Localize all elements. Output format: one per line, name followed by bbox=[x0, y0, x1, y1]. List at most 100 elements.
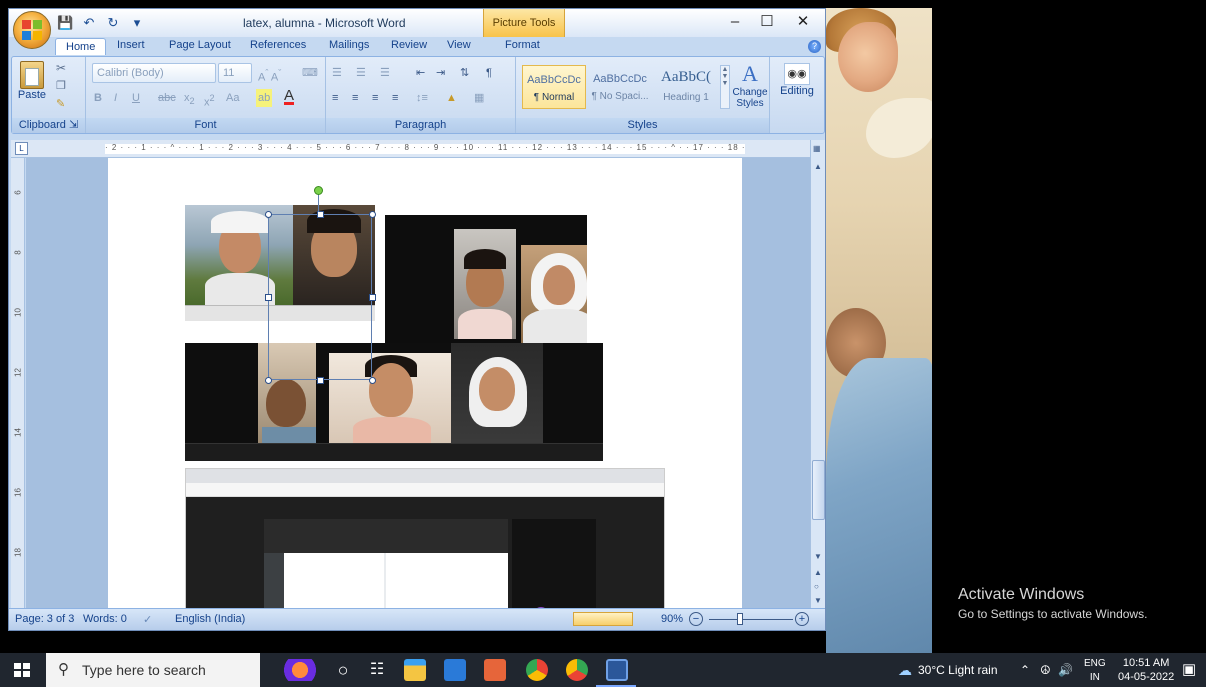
superscript-button[interactable]: x2 bbox=[204, 89, 215, 109]
store-icon[interactable] bbox=[444, 659, 466, 681]
word-taskbar-icon[interactable] bbox=[606, 659, 628, 681]
scroll-up-icon[interactable]: ▲ bbox=[814, 162, 822, 171]
volume-icon[interactable]: 🔊 bbox=[1058, 653, 1073, 687]
multilevel-list-icon[interactable]: ☰ bbox=[380, 64, 390, 82]
tab-insert[interactable]: Insert bbox=[117, 39, 145, 51]
maximize-button[interactable]: ☐ bbox=[747, 11, 787, 33]
page-count[interactable]: Page: 3 of 3 bbox=[15, 613, 74, 625]
next-page-icon[interactable]: ▼ bbox=[814, 596, 822, 605]
undo-icon[interactable]: ↶ bbox=[81, 15, 97, 31]
office-button[interactable] bbox=[13, 11, 51, 49]
view-buttons[interactable] bbox=[573, 612, 633, 626]
taskbar-search-box[interactable]: ⚲ Type here to search bbox=[46, 653, 260, 687]
sort-icon[interactable]: ⇅ bbox=[460, 64, 469, 82]
style-normal[interactable]: AaBbCcDc ¶ Normal bbox=[522, 65, 586, 109]
style-no-spacing[interactable]: AaBbCcDc ¶ No Spaci... bbox=[588, 65, 652, 109]
underline-button[interactable]: U bbox=[132, 89, 140, 107]
font-family-select[interactable]: Calibri (Body) bbox=[92, 63, 216, 83]
task-view-icon[interactable]: ☷ bbox=[366, 659, 388, 681]
network-icon[interactable]: ☮ bbox=[1040, 653, 1051, 687]
resize-handle[interactable] bbox=[369, 377, 376, 384]
resize-handle[interactable] bbox=[317, 377, 324, 384]
copy-icon[interactable]: ❐ bbox=[56, 79, 66, 92]
bold-button[interactable]: B bbox=[94, 89, 102, 107]
align-left-icon[interactable]: ≡ bbox=[332, 89, 338, 107]
tab-review[interactable]: Review bbox=[391, 39, 427, 51]
increase-indent-icon[interactable]: ⇥ bbox=[436, 64, 445, 82]
decrease-indent-icon[interactable]: ⇤ bbox=[416, 64, 425, 82]
file-explorer-icon[interactable] bbox=[404, 659, 426, 681]
show-hidden-icons[interactable]: ⌃ bbox=[1020, 653, 1030, 687]
notifications-icon[interactable]: ▣ bbox=[1182, 653, 1196, 687]
help-icon[interactable]: ? bbox=[808, 40, 821, 53]
highlight-color-button[interactable]: ab bbox=[256, 89, 273, 107]
resize-handle[interactable] bbox=[369, 294, 376, 301]
language-indicator[interactable]: English (India) bbox=[175, 613, 245, 625]
paste-button[interactable]: Paste bbox=[16, 61, 48, 101]
grow-shrink-font-icons[interactable]: Aˆ Aˇ bbox=[258, 64, 281, 84]
weather-icon[interactable]: ☁ bbox=[898, 653, 912, 687]
save-icon[interactable]: 💾 bbox=[57, 15, 73, 31]
resize-handle[interactable] bbox=[265, 211, 272, 218]
horizontal-ruler[interactable]: L · 2 · · · 1 · · · ^ · · · 1 · · · 2 · … bbox=[11, 140, 825, 158]
redo-icon[interactable]: ↻ bbox=[105, 15, 121, 31]
document-area[interactable]: D bbox=[26, 158, 816, 608]
tab-mailings[interactable]: Mailings bbox=[329, 39, 369, 51]
tab-view[interactable]: View bbox=[447, 39, 471, 51]
zoom-level[interactable]: 90% bbox=[661, 613, 683, 625]
dialog-launcher-icon[interactable]: ⇲ bbox=[69, 119, 78, 131]
vertical-ruler[interactable]: 6 8 10 12 14 16 18 bbox=[11, 158, 25, 608]
line-spacing-icon[interactable]: ↕≡ bbox=[416, 89, 428, 107]
font-color-button[interactable]: A bbox=[284, 87, 295, 105]
change-styles-button[interactable]: A Change Styles bbox=[728, 61, 772, 109]
bullets-icon[interactable]: ☰ bbox=[332, 64, 342, 82]
zoom-slider-thumb[interactable] bbox=[737, 613, 743, 625]
chrome-profile-icon[interactable] bbox=[566, 659, 588, 681]
vertical-scrollbar[interactable]: ▦ ▲ ▼ ▲ ○ ▼ bbox=[810, 140, 825, 608]
image-selection-frame[interactable] bbox=[268, 214, 372, 380]
tab-format[interactable]: Format bbox=[505, 39, 540, 51]
proofing-icon[interactable]: ✓ bbox=[143, 613, 152, 626]
resize-handle[interactable] bbox=[369, 211, 376, 218]
clock[interactable]: 10:51 AM 04-05-2022 bbox=[1118, 656, 1174, 687]
rotate-handle-icon[interactable] bbox=[314, 186, 323, 195]
scroll-down-icon[interactable]: ▼ bbox=[814, 552, 822, 561]
tab-home[interactable]: Home bbox=[55, 38, 107, 55]
cortana-icon[interactable]: ○ bbox=[332, 659, 354, 681]
tab-references[interactable]: References bbox=[250, 39, 306, 51]
screenshot-image-3[interactable] bbox=[185, 343, 603, 461]
zoom-out-icon[interactable]: − bbox=[689, 612, 703, 626]
align-center-icon[interactable]: ≡ bbox=[352, 89, 358, 107]
ruler-toggle-icon[interactable]: ▦ bbox=[813, 144, 821, 153]
resize-handle[interactable] bbox=[265, 377, 272, 384]
tab-selector[interactable]: L bbox=[15, 142, 28, 155]
resize-handle[interactable] bbox=[317, 211, 324, 218]
style-heading-1[interactable]: AaBbC( Heading 1 bbox=[654, 65, 718, 109]
cut-icon[interactable]: ✂ bbox=[56, 61, 66, 75]
font-size-select[interactable]: 11 bbox=[218, 63, 252, 83]
tab-page-layout[interactable]: Page Layout bbox=[169, 39, 231, 51]
resize-handle[interactable] bbox=[265, 294, 272, 301]
previous-page-icon[interactable]: ▲ bbox=[814, 568, 822, 577]
subscript-button[interactable]: x2 bbox=[184, 89, 195, 107]
zoom-in-icon[interactable]: + bbox=[795, 612, 809, 626]
shading-icon[interactable]: ▲ bbox=[446, 89, 457, 107]
show-formatting-icon[interactable]: ¶ bbox=[486, 64, 492, 82]
office-app-icon[interactable] bbox=[484, 659, 506, 681]
close-button[interactable]: ✕ bbox=[783, 11, 823, 33]
zoom-slider[interactable] bbox=[709, 619, 793, 620]
clear-formatting-icon[interactable]: ⌨ bbox=[302, 64, 318, 82]
select-browse-object-icon[interactable]: ○ bbox=[814, 582, 819, 591]
italic-button[interactable]: I bbox=[114, 89, 117, 107]
screenshot-image-2[interactable] bbox=[385, 215, 587, 343]
strikethrough-button[interactable]: abc bbox=[158, 89, 176, 107]
start-icon[interactable] bbox=[14, 663, 30, 677]
document-page[interactable]: D bbox=[108, 158, 742, 608]
news-widget-icon[interactable] bbox=[284, 659, 324, 681]
change-case-button[interactable]: Aa bbox=[226, 89, 239, 107]
justify-icon[interactable]: ≡ bbox=[392, 89, 398, 107]
chrome-icon[interactable] bbox=[526, 659, 548, 681]
numbering-icon[interactable]: ☰ bbox=[356, 64, 366, 82]
editing-button[interactable]: ◉◉ Editing bbox=[776, 63, 818, 97]
format-painter-icon[interactable]: ✎ bbox=[56, 97, 65, 110]
